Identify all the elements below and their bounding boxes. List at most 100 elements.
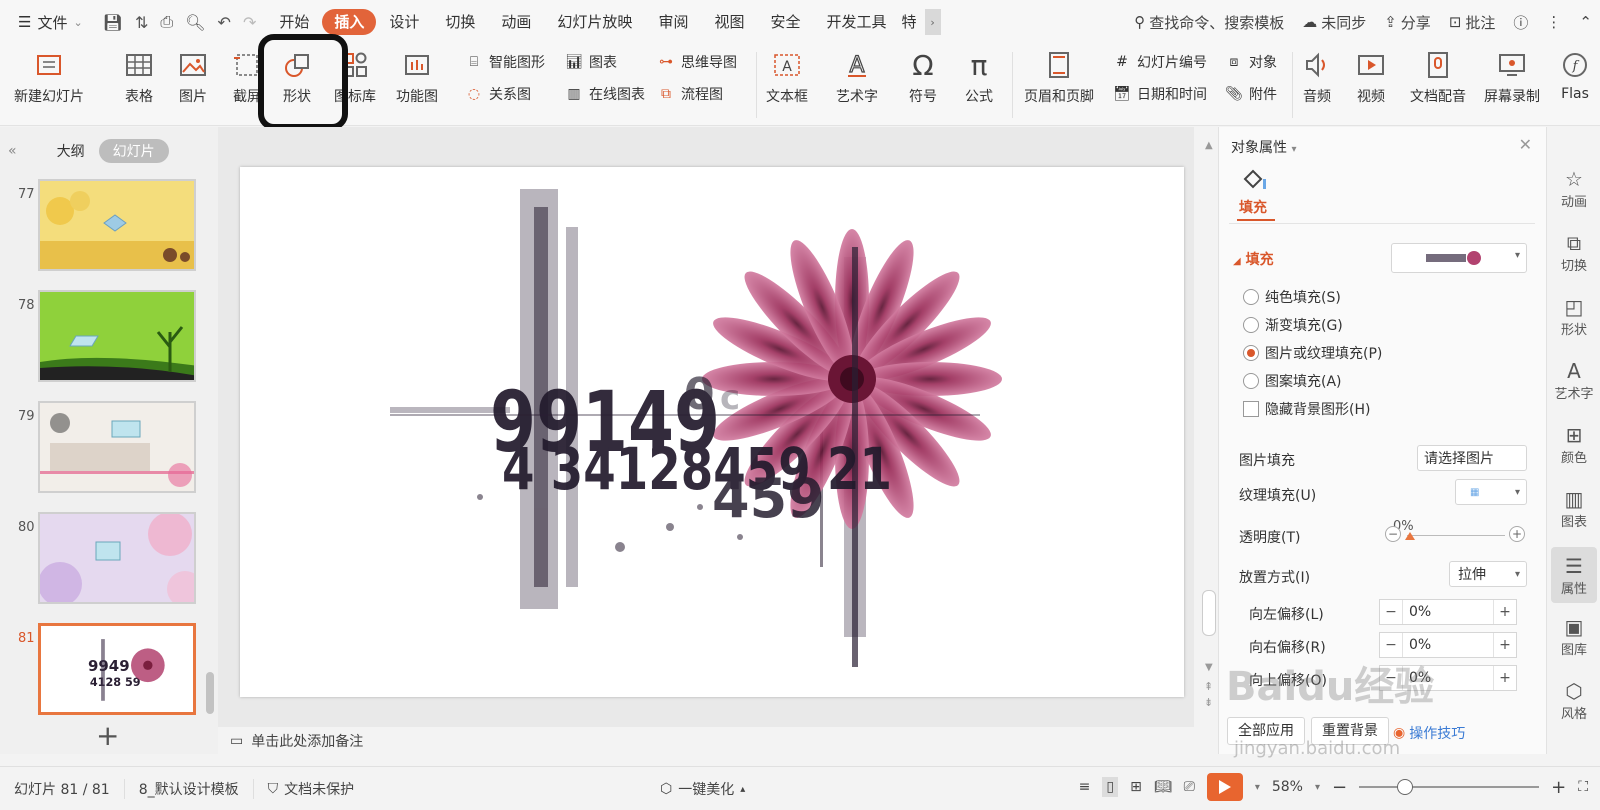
- doc-voice-button[interactable]: 文档配音: [1410, 44, 1466, 106]
- redo-icon[interactable]: ↷: [243, 13, 256, 32]
- tab-slides[interactable]: 幻灯片: [98, 139, 169, 163]
- fit-window-icon[interactable]: ⛶: [1578, 779, 1588, 795]
- scroll-up-icon[interactable]: ▲: [1205, 140, 1213, 151]
- chevron-down-icon[interactable]: ▾: [1315, 782, 1320, 793]
- tab-security[interactable]: 安全: [757, 9, 813, 35]
- sidebar-item-animation[interactable]: ☆ 动画: [1547, 167, 1600, 210]
- notes-toggle-icon[interactable]: ≡: [1079, 779, 1091, 795]
- plus-icon[interactable]: +: [1494, 604, 1516, 620]
- audio-button[interactable]: 音频: [1300, 44, 1334, 106]
- zoom-out-icon[interactable]: −: [1332, 777, 1347, 798]
- slide-thumbnail[interactable]: 77: [0, 179, 200, 271]
- zoom-slider-knob[interactable]: [1397, 779, 1414, 795]
- object-button[interactable]: ⧈ 对象: [1224, 52, 1277, 72]
- texture-dropdown[interactable]: ▦ ▾: [1455, 479, 1527, 505]
- current-slide[interactable]: 99149 0 c 4 34128459 21 459: [240, 167, 1184, 697]
- collapse-panel-icon[interactable]: «: [8, 143, 17, 159]
- transparency-slider[interactable]: − +: [1385, 526, 1525, 543]
- picture-button[interactable]: 图片: [176, 44, 210, 106]
- sidebar-item-chart[interactable]: ▥ 图表: [1547, 487, 1600, 530]
- normal-view-icon[interactable]: ▯: [1102, 777, 1119, 797]
- comment-button[interactable]: ⊡ 批注: [1449, 12, 1496, 33]
- function-chart-button[interactable]: 功能图: [396, 44, 438, 106]
- tab-design[interactable]: 设计: [376, 9, 432, 35]
- reading-view-icon[interactable]: 📖︎: [1154, 779, 1172, 795]
- save-icon[interactable]: 💾︎: [103, 13, 123, 32]
- tab-special[interactable]: 特: [900, 9, 919, 35]
- slide-thumbnail[interactable]: 79: [0, 401, 200, 493]
- new-slide-button[interactable]: 新建幻灯片: [14, 44, 84, 106]
- plus-icon[interactable]: +: [1494, 637, 1516, 653]
- tab-view[interactable]: 视图: [701, 9, 757, 35]
- tab-outline[interactable]: 大纲: [57, 141, 85, 161]
- flash-button[interactable]: f Flas: [1558, 44, 1592, 102]
- attachment-button[interactable]: 📎︎ 附件: [1224, 84, 1277, 104]
- tab-transition[interactable]: 切换: [432, 9, 488, 35]
- slide-thumbnail-selected[interactable]: 81 9949 4128 59: [0, 623, 200, 715]
- help-icon[interactable]: ⓘ: [1513, 12, 1528, 33]
- gradient-fill-option[interactable]: 渐变填充(G): [1243, 315, 1343, 335]
- tab-fill[interactable]: 填充: [1239, 197, 1267, 217]
- checkbox[interactable]: [1243, 401, 1259, 417]
- scrollbar-thumb[interactable]: [1202, 590, 1216, 636]
- tab-review[interactable]: 审阅: [645, 9, 701, 35]
- zoom-slider[interactable]: [1359, 779, 1540, 795]
- minus-icon[interactable]: −: [1380, 637, 1402, 653]
- notes-bar[interactable]: ▭ 单击此处添加备注: [218, 727, 1194, 755]
- fill-section-header[interactable]: ◢ 填充: [1233, 249, 1274, 269]
- date-time-button[interactable]: 📅︎ 日期和时间: [1112, 84, 1207, 104]
- offset-left-value[interactable]: 0%: [1402, 600, 1494, 624]
- collapse-ribbon-icon[interactable]: ⌃: [1579, 13, 1592, 31]
- slider-knob[interactable]: [1405, 532, 1415, 540]
- hide-background-option[interactable]: 隐藏背景图形(H): [1243, 399, 1370, 419]
- sidebar-item-style[interactable]: ⬡ 风格: [1547, 679, 1600, 722]
- tab-developer[interactable]: 开发工具: [813, 9, 899, 35]
- minus-icon[interactable]: −: [1385, 526, 1401, 542]
- tab-insert[interactable]: 插入: [322, 9, 377, 35]
- share-button[interactable]: ⇪ 分享: [1384, 12, 1431, 33]
- scroll-down-icon[interactable]: ▼: [1205, 662, 1213, 673]
- radio[interactable]: [1243, 289, 1259, 305]
- slide-thumbnail[interactable]: 80: [0, 512, 200, 604]
- tips-link[interactable]: ◉ 操作技巧: [1393, 723, 1465, 743]
- sidebar-item-shape[interactable]: ◰ 形状: [1547, 295, 1600, 338]
- tab-home[interactable]: 开始: [266, 9, 322, 35]
- formula-button[interactable]: π 公式: [962, 44, 996, 106]
- smart-art-button[interactable]: ⌸ 智能图形: [464, 52, 545, 72]
- radio[interactable]: [1243, 317, 1259, 333]
- chart-button[interactable]: 📊︎ 图表: [564, 52, 617, 72]
- presenter-view-icon[interactable]: ⎚: [1184, 779, 1195, 795]
- search-command[interactable]: ⚲ 查找命令、搜索模板: [1134, 12, 1284, 33]
- radio[interactable]: [1243, 373, 1259, 389]
- template-name[interactable]: 8_默认设计模板: [125, 778, 254, 799]
- symbol-button[interactable]: Ω 符号: [906, 44, 940, 106]
- table-button[interactable]: 表格: [122, 44, 156, 106]
- print-preview-icon[interactable]: 🔍︎: [185, 13, 205, 32]
- flowchart-button[interactable]: ⧉ 流程图: [656, 84, 723, 104]
- video-button[interactable]: 视频: [1354, 44, 1388, 106]
- sync-button[interactable]: ☁ 未同步: [1302, 12, 1366, 33]
- export-icon[interactable]: ⇅: [135, 13, 148, 32]
- sidebar-item-gallery[interactable]: ▣ 图库: [1547, 615, 1600, 658]
- screen-record-button[interactable]: 屏幕录制: [1484, 44, 1540, 106]
- plus-icon[interactable]: +: [1509, 526, 1525, 542]
- sidebar-item-transition[interactable]: ⧉ 切换: [1547, 231, 1600, 274]
- picture-fill-option[interactable]: 图片或纹理填充(P): [1243, 343, 1382, 363]
- close-icon[interactable]: ✕: [1519, 135, 1532, 154]
- slide-number-button[interactable]: # 幻灯片编号: [1112, 52, 1207, 72]
- next-slide-icon[interactable]: ⇟: [1204, 696, 1213, 709]
- print-icon[interactable]: ⎙: [160, 12, 173, 32]
- tab-animation[interactable]: 动画: [488, 9, 544, 35]
- header-footer-button[interactable]: 页眉和页脚: [1024, 44, 1094, 106]
- art-text-button[interactable]: A 艺术字: [836, 44, 878, 106]
- sidebar-item-art-text[interactable]: A 艺术字: [1547, 359, 1600, 402]
- prev-slide-icon[interactable]: ⇞: [1204, 680, 1213, 693]
- fill-preview-dropdown[interactable]: ▾: [1391, 243, 1527, 273]
- textbox-button[interactable]: A 文本框: [766, 44, 808, 106]
- plus-icon[interactable]: +: [1494, 670, 1516, 686]
- placement-dropdown[interactable]: 拉伸 ▾: [1449, 561, 1527, 587]
- file-menu[interactable]: ☰ 文件 ⌄: [0, 12, 93, 33]
- sidebar-item-properties[interactable]: ☰ 属性: [1551, 547, 1597, 603]
- solid-fill-option[interactable]: 纯色填充(S): [1243, 287, 1341, 307]
- mind-map-button[interactable]: ⊶ 思维导图: [656, 52, 737, 72]
